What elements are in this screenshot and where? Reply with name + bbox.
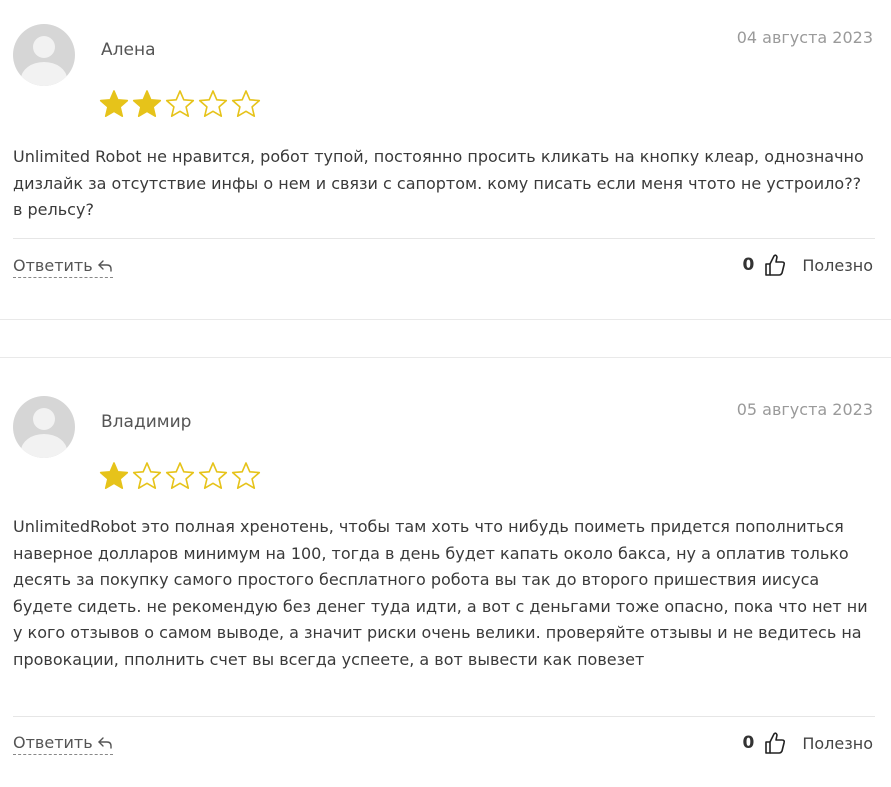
star-empty-icon bbox=[165, 462, 195, 490]
review-author: Алена bbox=[101, 40, 156, 60]
useful-label: Полезно bbox=[802, 255, 873, 275]
avatar bbox=[13, 24, 75, 86]
review-divider bbox=[13, 238, 875, 239]
rating-stars bbox=[99, 89, 261, 119]
useful-vote: 0 Полезно bbox=[742, 253, 873, 277]
review-date: 05 августа 2023 bbox=[736, 400, 873, 419]
star-filled-icon bbox=[99, 90, 129, 118]
star-empty-icon bbox=[132, 462, 162, 490]
thumbs-up-icon[interactable] bbox=[764, 253, 786, 277]
reply-button[interactable]: Ответить bbox=[13, 256, 113, 278]
star-filled-icon bbox=[132, 90, 162, 118]
avatar-shoulders bbox=[21, 62, 67, 86]
review-divider bbox=[13, 716, 875, 717]
rating-stars bbox=[99, 461, 261, 491]
star-empty-icon bbox=[198, 90, 228, 118]
useful-count: 0 bbox=[742, 733, 755, 753]
review-text: UnlimitedRobot это полная хренотень, что… bbox=[13, 517, 868, 669]
star-empty-icon bbox=[198, 462, 228, 490]
reply-label: Ответить bbox=[13, 733, 93, 752]
reply-arrow-icon bbox=[97, 736, 112, 749]
thumbs-up-icon[interactable] bbox=[764, 731, 786, 755]
star-empty-icon bbox=[231, 90, 261, 118]
star-empty-icon bbox=[231, 462, 261, 490]
review-author: Владимир bbox=[101, 412, 192, 432]
review-card: Владимир 05 августа 2023 UnlimitedRobot … bbox=[0, 357, 891, 787]
avatar-head bbox=[33, 36, 55, 58]
reply-arrow-icon bbox=[97, 259, 112, 272]
reply-label: Ответить bbox=[13, 256, 93, 275]
avatar bbox=[13, 396, 75, 458]
avatar-head bbox=[33, 408, 55, 430]
useful-count: 0 bbox=[742, 255, 755, 275]
review-card: Алена 04 августа 2023 Unlimited Robot не… bbox=[0, 0, 891, 320]
avatar-shoulders bbox=[21, 434, 67, 458]
useful-label: Полезно bbox=[802, 733, 873, 753]
review-separator bbox=[0, 319, 891, 320]
review-date: 04 августа 2023 bbox=[736, 28, 873, 47]
star-filled-icon bbox=[99, 462, 129, 490]
reply-button[interactable]: Ответить bbox=[13, 733, 113, 755]
useful-vote: 0 Полезно bbox=[742, 731, 873, 755]
review-text: Unlimited Robot не нравится, робот тупой… bbox=[13, 147, 864, 219]
star-empty-icon bbox=[165, 90, 195, 118]
